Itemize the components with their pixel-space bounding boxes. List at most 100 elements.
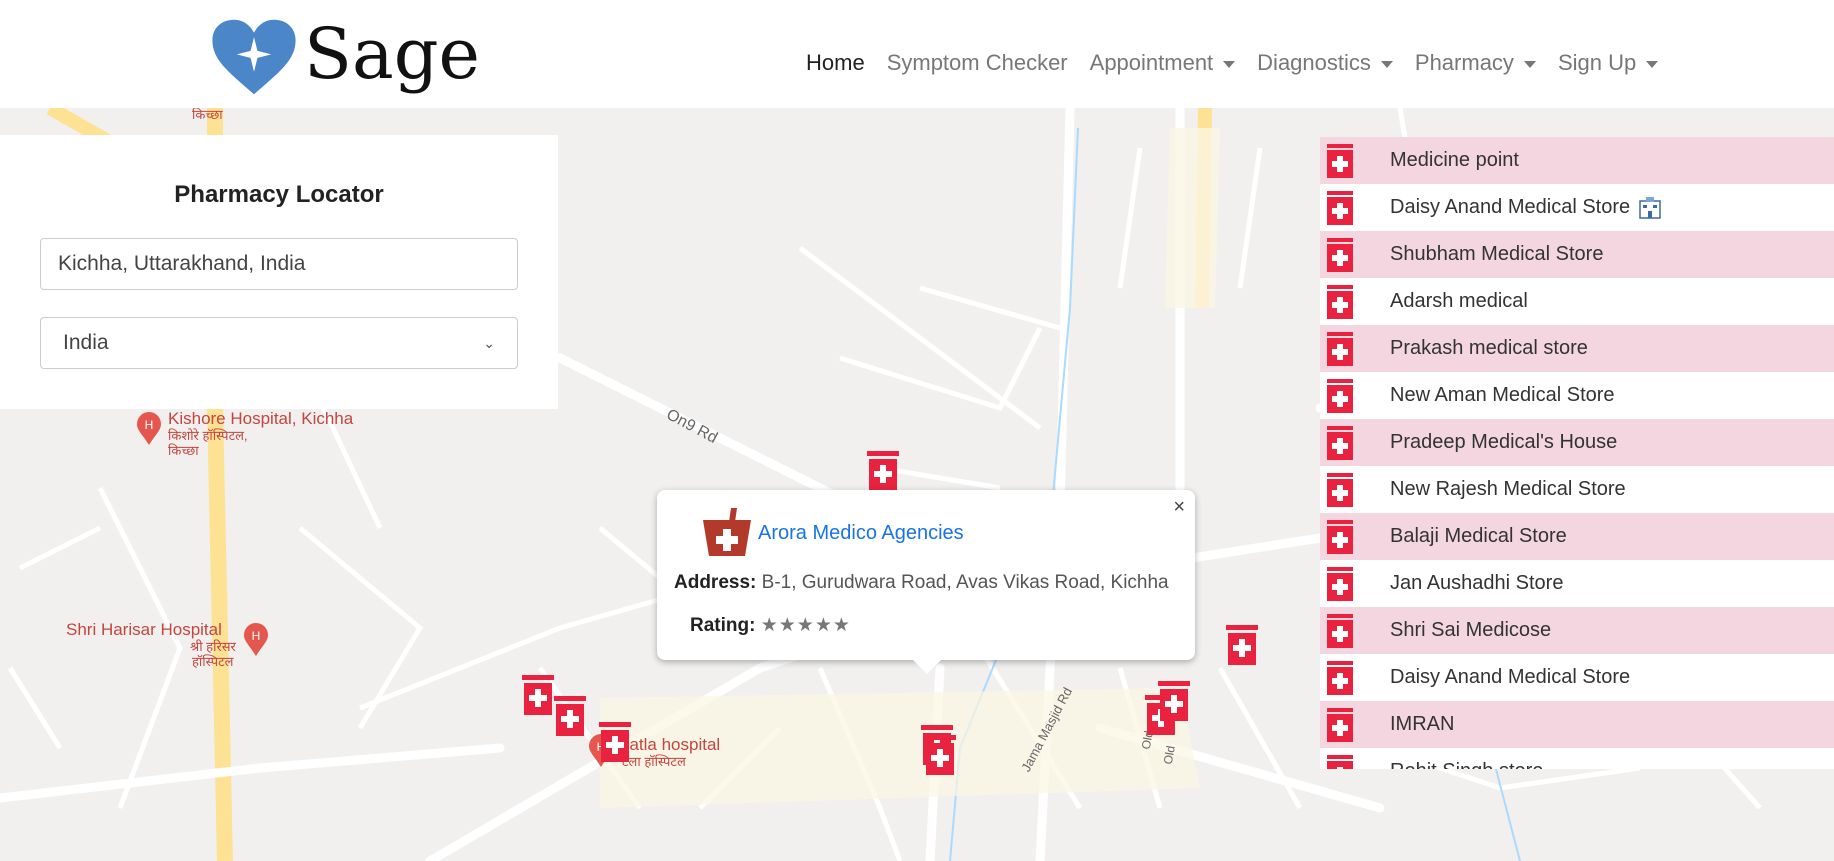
pharmacy-list-item[interactable]: New Aman Medical Store <box>1320 372 1834 419</box>
pharmacy-list-item[interactable]: Shubham Medical Store <box>1320 231 1834 278</box>
nav-symptom-checker[interactable]: Symptom Checker <box>887 50 1068 76</box>
nav-appointment-label: Appointment <box>1089 50 1214 75</box>
main-nav: Home Symptom Checker Appointment Diagnos… <box>806 50 1680 76</box>
pharmacy-list: Medicine point Daisy Anand Medical Store S… <box>1320 137 1834 769</box>
pharmacy-list-item-label: Shubham Medical Store <box>1390 243 1604 265</box>
address-value: B-1, Gurudwara Road, Avas Vikas Road, Ki… <box>761 572 1169 593</box>
pharmacy-marker-icon <box>1326 660 1354 695</box>
nav-diagnostics-dropdown[interactable]: Diagnostics <box>1257 50 1393 76</box>
address-label: Address: <box>674 572 757 593</box>
nav-home[interactable]: Home <box>806 50 865 76</box>
pharmacy-list-item[interactable]: Adarsh medical <box>1320 278 1834 325</box>
pharmacy-list-item-label: Shri Sai Medicose <box>1390 619 1552 641</box>
pharmacy-list-item-label: New Rajesh Medical Store <box>1390 478 1626 500</box>
pharmacy-list-item-label: Medicine point <box>1390 149 1519 171</box>
caret-down-icon <box>1523 60 1536 68</box>
svg-text:H: H <box>145 418 154 432</box>
pharmacy-list-item[interactable]: Prakash medical store <box>1320 325 1834 372</box>
pharmacy-marker-icon <box>1326 472 1354 507</box>
hospital-building-icon <box>1638 196 1662 219</box>
pharmacy-marker-icon <box>1326 425 1354 460</box>
pharmacy-list-item[interactable]: Medicine point <box>1320 137 1834 184</box>
caret-down-icon <box>1646 60 1659 68</box>
chevron-down-icon: ⌄ <box>483 334 495 351</box>
rating-stars: ★★★★★ <box>760 615 851 636</box>
pharmacy-marker-icon <box>1326 284 1354 319</box>
pharmacy-list-item[interactable]: New Rajesh Medical Store <box>1320 466 1834 513</box>
pharmacy-list-item[interactable]: Jan Aushadhi Store <box>1320 560 1834 607</box>
pharmacy-marker-icon <box>1326 190 1354 225</box>
pharmacy-marker-icon <box>1326 707 1354 742</box>
pharmacy-map-marker-icon[interactable] <box>521 675 555 715</box>
pharmacy-list-item[interactable]: Rohit Singh store <box>1320 748 1834 769</box>
heart-logo-icon <box>212 19 296 95</box>
country-select-value: India <box>63 331 109 354</box>
pharmacy-map-marker-icon[interactable] <box>923 735 957 775</box>
pharmacy-list-item[interactable]: Daisy Anand Medical Store <box>1320 184 1834 231</box>
pharmacy-list-item-label: Daisy Anand Medical Store <box>1390 666 1631 688</box>
pharmacy-list-item-label: Pradeep Medical's House <box>1390 431 1618 453</box>
map-label-kishore-hospital: Kishore Hospital, Kichha <box>168 409 354 428</box>
close-icon[interactable]: × <box>1173 496 1185 519</box>
pharmacy-map-marker-icon[interactable] <box>1157 681 1191 721</box>
svg-text:H: H <box>252 629 261 643</box>
pharmacy-locator-panel: Pharmacy Locator India ⌄ <box>0 135 558 409</box>
pharmacy-marker-icon <box>1326 143 1354 178</box>
top-navbar: Sage Home Symptom Checker Appointment Di… <box>0 0 1834 108</box>
map-label-bhatla-hospital: hatla hospital <box>620 735 721 754</box>
pharmacy-list-item[interactable]: IMRAN <box>1320 701 1834 748</box>
nav-sign-up-dropdown[interactable]: Sign Up <box>1557 50 1659 76</box>
map-label-harisar-hospital: Shri Harisar Hospital <box>66 620 222 639</box>
locator-title: Pharmacy Locator <box>174 181 384 208</box>
pharmacy-list-item-label: Rohit Singh store <box>1390 760 1543 769</box>
pharmacy-list-item-label: IMRAN <box>1390 713 1455 735</box>
hospital-pin-icon: H <box>244 623 268 656</box>
caret-down-icon <box>1380 60 1393 68</box>
location-search-input[interactable] <box>40 238 518 290</box>
map-label-kishore-hi-1: किशोरे हॉस्पिटल, <box>168 428 248 443</box>
map-label-kichha: किच्छा <box>192 108 223 122</box>
country-select[interactable]: India ⌄ <box>40 317 518 369</box>
nav-home-label: Home <box>806 50 865 75</box>
pharmacy-marker-icon <box>1326 566 1354 601</box>
pharmacy-list-item[interactable]: Balaji Medical Store <box>1320 513 1834 560</box>
pharmacy-marker-icon <box>1326 378 1354 413</box>
caret-down-icon <box>1223 60 1236 68</box>
map-label-harisar-hi-2: हॉस्पिटल <box>192 654 234 669</box>
pharmacy-map-marker-icon[interactable] <box>553 696 587 736</box>
pharmacy-map-marker-icon[interactable] <box>866 451 900 491</box>
pharmacy-marker-icon <box>1326 754 1354 769</box>
map-label-kishore-hi-2: किच्छा <box>168 443 199 458</box>
pharmacy-list-item[interactable]: Daisy Anand Medical Store <box>1320 654 1834 701</box>
nav-sign-up-label: Sign Up <box>1557 50 1637 75</box>
pharmacy-map-marker-icon[interactable] <box>598 722 632 762</box>
mortar-pestle-icon <box>703 508 751 556</box>
nav-pharmacy-label: Pharmacy <box>1414 50 1514 75</box>
pharmacy-marker-icon <box>1326 519 1354 554</box>
pharmacy-map-marker-icon[interactable] <box>1225 625 1259 665</box>
nav-diagnostics-label: Diagnostics <box>1257 50 1371 75</box>
pharmacy-marker-icon <box>1326 613 1354 648</box>
pharmacy-info-popup: × Arora Medico Agencies Address: B-1, Gu… <box>657 490 1195 674</box>
rating-label: Rating: <box>690 615 756 636</box>
pharmacy-list-item-label: Prakash medical store <box>1390 337 1588 359</box>
pharmacy-list-item-label: Balaji Medical Store <box>1390 525 1567 547</box>
nav-symptom-checker-label: Symptom Checker <box>886 50 1068 75</box>
pharmacy-name-link[interactable]: Arora Medico Agencies <box>758 522 964 545</box>
pharmacy-list-item-label: Jan Aushadhi Store <box>1390 572 1564 594</box>
brand-name: Sage <box>304 13 480 95</box>
address-row: Address: B-1, Gurudwara Road, Avas Vikas… <box>674 572 1169 594</box>
pharmacy-marker-icon <box>1326 237 1354 272</box>
nav-pharmacy-dropdown[interactable]: Pharmacy <box>1415 50 1536 76</box>
pharmacy-list-item[interactable]: Pradeep Medical's House <box>1320 419 1834 466</box>
rating-row: Rating: ★★★★★ <box>690 614 851 637</box>
map-label-harisar-hi-1: श्री हरिसर <box>190 639 236 654</box>
pharmacy-list-item-label: Daisy Anand Medical Store <box>1390 196 1631 218</box>
hospital-pin-icon: H <box>137 412 161 445</box>
pharmacy-marker-icon <box>1326 331 1354 366</box>
pharmacy-list-item[interactable]: Shri Sai Medicose <box>1320 607 1834 654</box>
pharmacy-list-item-label: Adarsh medical <box>1390 290 1528 312</box>
brand-logo[interactable]: Sage <box>210 13 480 96</box>
nav-appointment-dropdown[interactable]: Appointment <box>1090 50 1236 76</box>
pharmacy-list-item-label: New Aman Medical Store <box>1390 384 1615 406</box>
